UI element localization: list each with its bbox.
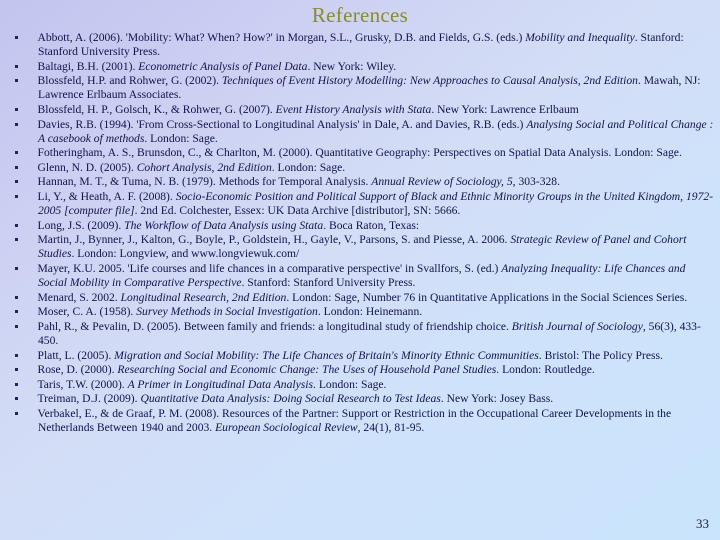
bullet-icon: [15, 180, 18, 184]
reference-entry-text: Platt, L. (2005). Migration and Social M…: [37, 348, 663, 362]
bullet-icon: [15, 382, 18, 386]
list-item: Baltagi, B.H. (2001). Econometric Analys…: [0, 60, 720, 74]
list-item: Blossfeld, H.P. and Rohwer, G. (2002). T…: [0, 74, 720, 102]
bullet-icon: [15, 324, 18, 328]
reference-entry-text: Menard, S. 2002. Longitudinal Research, …: [37, 290, 688, 304]
reference-entry-text: Li, Y., & Heath, A. F. (2008). Socio-Eco…: [37, 190, 714, 218]
reference-entry-text: Abbott, A. (2006). 'Mobility: What? When…: [37, 31, 684, 59]
reference-entry-text: Glenn, N. D. (2005). Cohort Analysis, 2n…: [37, 160, 346, 174]
bullet-icon: [15, 267, 18, 270]
bullet-icon: [15, 79, 18, 83]
list-item: Long, J.S. (2009). The Workflow of Data …: [0, 219, 720, 233]
reference-entry-text: Davies, R.B. (1994). 'From Cross-Section…: [37, 117, 714, 145]
reference-entry-text: Treiman, D.J. (2009). Quantitative Data …: [37, 392, 554, 406]
list-item: Fotheringham, A. S., Brunsdon, C., & Cha…: [0, 146, 720, 160]
reference-entry-text: Mayer, K.U. 2005. 'Life courses and life…: [37, 262, 686, 290]
list-item: Treiman, D.J. (2009). Quantitative Data …: [0, 392, 720, 406]
list-item: Abbott, A. (2006). 'Mobility: What? When…: [0, 31, 720, 59]
reference-entry-text: Moser, C. A. (1958). Survey Methods in S…: [37, 305, 423, 319]
list-item: Martin, J., Bynner, J., Kalton, G., Boyl…: [0, 233, 720, 261]
list-item: Rose, D. (2000). Researching Social and …: [0, 363, 720, 377]
reference-entry-text: Blossfeld, H.P. and Rohwer, G. (2002). T…: [37, 74, 701, 102]
bullet-icon: [15, 397, 18, 401]
bullet-icon: [15, 310, 18, 314]
reference-entry-text: Pahl, R., & Pevalin, D. (2005). Between …: [37, 319, 701, 347]
list-item: Mayer, K.U. 2005. 'Life courses and life…: [0, 262, 720, 290]
bullet-icon: [15, 353, 18, 357]
slide-page-number: 33: [696, 516, 709, 531]
reference-entry-text: Fotheringham, A. S., Brunsdon, C., & Cha…: [37, 146, 682, 160]
list-item: Glenn, N. D. (2005). Cohort Analysis, 2n…: [0, 161, 720, 175]
list-item: Davies, R.B. (1994). 'From Cross-Section…: [0, 118, 720, 146]
list-item: Taris, T.W. (2000). A Primer in Longitud…: [0, 378, 720, 392]
list-item: Pahl, R., & Pevalin, D. (2005). Between …: [0, 320, 720, 348]
reference-entry-text: Taris, T.W. (2000). A Primer in Longitud…: [37, 377, 387, 391]
bullet-icon: [15, 64, 18, 68]
bullet-icon: [15, 122, 18, 126]
list-item: Platt, L. (2005). Migration and Social M…: [0, 349, 720, 363]
reference-entry-text: Hannan, M. T., & Tuma, N. B. (1979). Met…: [37, 175, 561, 189]
page-title: References: [311, 3, 409, 27]
list-item: Menard, S. 2002. Longitudinal Research, …: [0, 291, 720, 305]
reference-list: Abbott, A. (2006). 'Mobility: What? When…: [0, 31, 720, 436]
reference-entry-text: Baltagi, B.H. (2001). Econometric Analys…: [37, 59, 397, 73]
bullet-icon: [15, 295, 18, 299]
presentation-slide: References Abbott, A. (2006). 'Mobility:…: [0, 0, 720, 540]
bullet-icon: [15, 165, 18, 169]
reference-entry-text: Verbakel, E., & de Graaf, P. M. (2008). …: [37, 406, 672, 435]
list-item: Li, Y., & Heath, A. F. (2008). Socio-Eco…: [0, 190, 720, 218]
list-item: Blossfeld, H. P., Golsch, K., & Rohwer, …: [0, 103, 720, 117]
reference-entry-text: Long, J.S. (2009). The Workflow of Data …: [37, 218, 420, 232]
bullet-icon: [15, 223, 18, 227]
bullet-icon: [15, 36, 18, 39]
bullet-icon: [15, 368, 18, 372]
reference-entry-text: Rose, D. (2000). Researching Social and …: [37, 363, 595, 377]
reference-entry-text: Blossfeld, H. P., Golsch, K., & Rohwer, …: [37, 102, 579, 116]
list-item: Hannan, M. T., & Tuma, N. B. (1979). Met…: [0, 175, 720, 189]
reference-entry-text: Martin, J., Bynner, J., Kalton, G., Boyl…: [37, 233, 687, 261]
bullet-icon: [15, 107, 18, 111]
list-item: Verbakel, E., & de Graaf, P. M. (2008). …: [0, 407, 720, 435]
list-item: Moser, C. A. (1958). Survey Methods in S…: [0, 305, 720, 319]
bullet-icon: [15, 151, 18, 155]
bullet-icon: [15, 195, 18, 199]
bullet-icon: [15, 411, 18, 415]
bullet-icon: [15, 238, 18, 242]
